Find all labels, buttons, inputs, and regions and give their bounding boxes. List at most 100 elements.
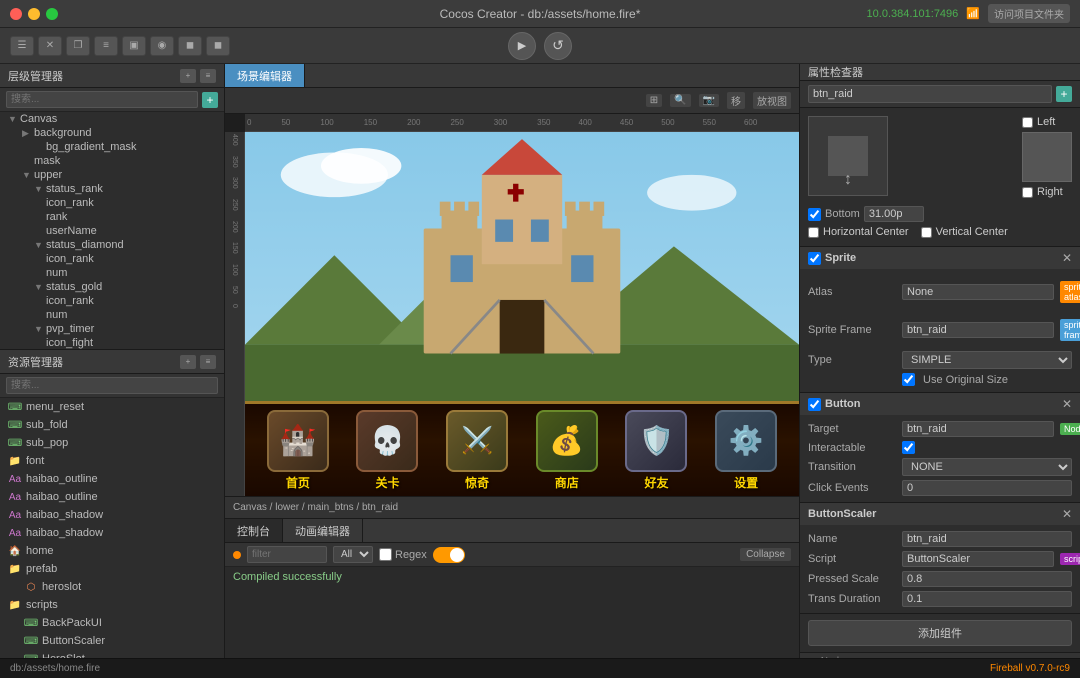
- tree-item-status-rank[interactable]: ▼ status_rank: [0, 182, 224, 196]
- asset-item-haibao4[interactable]: Aa haibao_shadow: [0, 524, 224, 542]
- game-btn-shop[interactable]: 💰 商店: [536, 410, 598, 491]
- bs-name-input[interactable]: [902, 531, 1072, 547]
- type-select[interactable]: SIMPLE: [902, 351, 1072, 369]
- game-btn-settings[interactable]: ⚙️ 设置: [715, 410, 777, 491]
- tree-item-icon-rank3[interactable]: icon_rank: [0, 294, 224, 308]
- tree-item-rank[interactable]: rank: [0, 210, 224, 224]
- vertical-center-checkbox[interactable]: [921, 227, 932, 238]
- scene-editor-tab[interactable]: 场景编辑器: [225, 64, 305, 87]
- game-btn-friends[interactable]: 🛡️ 好友: [625, 410, 687, 491]
- visitor-btn[interactable]: 访问项目文件夹: [988, 4, 1070, 23]
- game-btn-explore[interactable]: ⚔️ 惊奇: [446, 410, 508, 491]
- asset-item-buttonscaler[interactable]: ⌨ ButtonScaler: [0, 632, 224, 650]
- move-btn[interactable]: 移: [727, 92, 745, 109]
- button-enabled-checkbox[interactable]: [808, 398, 821, 411]
- tree-item-pvp-timer[interactable]: ▼ pvp_timer: [0, 322, 224, 336]
- transition-select[interactable]: NONE: [902, 458, 1072, 476]
- toolbar-btn-3[interactable]: ❐: [66, 36, 90, 56]
- asset-item-sub-pop[interactable]: ⌨ sub_pop: [0, 434, 224, 452]
- camera-btn[interactable]: 📷: [699, 94, 719, 107]
- horizontal-center-checkbox[interactable]: [808, 227, 819, 238]
- sprite-enabled-checkbox[interactable]: [808, 252, 821, 265]
- asset-icon-2[interactable]: ≡: [200, 355, 216, 369]
- buttonscaler-component-header[interactable]: ButtonScaler ✕: [800, 503, 1080, 525]
- asset-icon-1[interactable]: +: [180, 355, 196, 369]
- view-btn[interactable]: 放视图: [753, 92, 791, 109]
- collapse-btn[interactable]: Collapse: [740, 548, 791, 561]
- node-add-btn[interactable]: +: [1056, 86, 1072, 102]
- click-events-input[interactable]: [902, 480, 1072, 496]
- asset-item-home[interactable]: 🏠 home: [0, 542, 224, 560]
- add-component-btn[interactable]: 添加组件: [808, 620, 1072, 646]
- tree-item-status-gold[interactable]: ▼ status_gold: [0, 280, 224, 294]
- tree-item-status-diamond[interactable]: ▼ status_diamond: [0, 238, 224, 252]
- asset-item-haibao1[interactable]: Aa haibao_outline: [0, 470, 224, 488]
- tree-item-upper[interactable]: ▼ upper: [0, 168, 224, 182]
- bs-pressed-scale-input[interactable]: [902, 571, 1072, 587]
- sprite-component-header[interactable]: Sprite ✕: [800, 247, 1080, 269]
- console-tab-2[interactable]: 动画编辑器: [283, 519, 363, 542]
- asset-item-prefab[interactable]: 📁 prefab: [0, 560, 224, 578]
- tree-item-canvas[interactable]: ▼ Canvas: [0, 112, 224, 126]
- asset-search-input[interactable]: [6, 377, 218, 394]
- bs-script-input[interactable]: [902, 551, 1054, 567]
- hierarchy-add-btn[interactable]: +: [202, 92, 218, 108]
- hierarchy-search-input[interactable]: [6, 91, 198, 108]
- tree-item-icon-fight[interactable]: icon_fight: [0, 336, 224, 349]
- button-close-btn[interactable]: ✕: [1062, 397, 1072, 411]
- asset-item-heroslot2[interactable]: ⌨ HeroSlot: [0, 650, 224, 658]
- toolbar-btn-6[interactable]: ◉: [150, 36, 174, 56]
- bottom-value-input[interactable]: [864, 206, 924, 222]
- console-filter-input[interactable]: [247, 546, 327, 563]
- left-checkbox[interactable]: [1022, 117, 1033, 128]
- tree-item-num[interactable]: num: [0, 266, 224, 280]
- play-button[interactable]: ▶: [508, 32, 536, 60]
- toolbar-btn-1[interactable]: ☰: [10, 36, 34, 56]
- asset-item-heroslot[interactable]: ⬡ heroslot: [0, 578, 224, 596]
- maximize-traffic-light[interactable]: [46, 8, 58, 20]
- toolbar-btn-8[interactable]: ◼: [206, 36, 230, 56]
- hierarchy-icon-2[interactable]: ≡: [200, 69, 216, 83]
- asset-item-backpackui[interactable]: ⌨ BackPackUI: [0, 614, 224, 632]
- original-size-checkbox[interactable]: [902, 373, 915, 386]
- tree-item-mask[interactable]: mask: [0, 154, 224, 168]
- toolbar-btn-5[interactable]: ▣: [122, 36, 146, 56]
- bs-trans-duration-input[interactable]: [902, 591, 1072, 607]
- tree-item-bg-gradient-mask[interactable]: bg_gradient_mask: [0, 140, 224, 154]
- target-input[interactable]: [902, 421, 1054, 437]
- asset-item-haibao3[interactable]: Aa haibao_shadow: [0, 506, 224, 524]
- hierarchy-icon-1[interactable]: +: [180, 69, 196, 83]
- regex-checkbox[interactable]: [379, 548, 392, 561]
- minimize-traffic-light[interactable]: [28, 8, 40, 20]
- tree-item-icon-rank2[interactable]: icon_rank: [0, 252, 224, 266]
- asset-item-sub-fold[interactable]: ⌨ sub_fold: [0, 416, 224, 434]
- tree-item-background[interactable]: ▶ background: [0, 126, 224, 140]
- button-component-header[interactable]: Button ✕: [800, 393, 1080, 415]
- bottom-checkbox[interactable]: [808, 208, 821, 221]
- asset-item-scripts[interactable]: 📁 scripts: [0, 596, 224, 614]
- game-btn-level[interactable]: 💀 关卡: [356, 410, 418, 491]
- toolbar-btn-7[interactable]: ◼: [178, 36, 202, 56]
- zoom-btn[interactable]: 🔍: [670, 94, 690, 107]
- atlas-input[interactable]: [902, 284, 1054, 300]
- console-tab-1[interactable]: 控制台: [225, 519, 283, 542]
- asset-item-font[interactable]: 📁 font: [0, 452, 224, 470]
- frame-input[interactable]: [902, 322, 1054, 338]
- asset-item-menu-reset[interactable]: ⌨ menu_reset: [0, 398, 224, 416]
- interactable-checkbox[interactable]: [902, 441, 915, 454]
- close-traffic-light[interactable]: [10, 8, 22, 20]
- tree-item-username[interactable]: userName: [0, 224, 224, 238]
- toolbar-btn-4[interactable]: ≡: [94, 36, 118, 56]
- tree-item-num2[interactable]: num: [0, 308, 224, 322]
- toolbar-btn-2[interactable]: ✕: [38, 36, 62, 56]
- asset-item-haibao2[interactable]: Aa haibao_outline: [0, 488, 224, 506]
- game-btn-home[interactable]: 🏰 首页: [267, 410, 329, 491]
- node-name-input[interactable]: [808, 85, 1052, 103]
- level-select[interactable]: All: [333, 546, 373, 563]
- refresh-button[interactable]: ↺: [544, 32, 572, 60]
- collapse-toggle[interactable]: [433, 547, 465, 563]
- tree-item-icon-rank[interactable]: icon_rank: [0, 196, 224, 210]
- sprite-close-btn[interactable]: ✕: [1062, 251, 1072, 265]
- grid-btn[interactable]: ⊞: [646, 94, 662, 107]
- right-checkbox[interactable]: [1022, 187, 1033, 198]
